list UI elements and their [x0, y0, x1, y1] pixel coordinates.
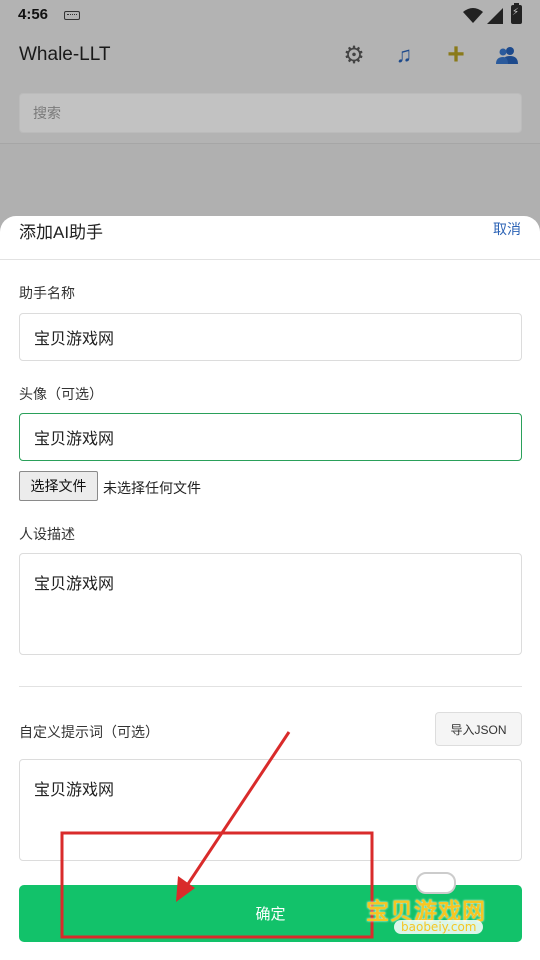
prompt-value: 宝贝游戏网 — [34, 782, 115, 799]
name-label: 助手名称 — [19, 285, 75, 301]
add-assistant-sheet: 添加AI助手 取消 助手名称 宝贝游戏网 头像（可选） 宝贝游戏网 选择文件 未… — [0, 216, 540, 960]
persona-value: 宝贝游戏网 — [34, 576, 115, 593]
persona-label: 人设描述 — [19, 526, 75, 542]
section-divider — [19, 686, 522, 687]
divider — [0, 259, 540, 260]
app-title: Whale-LLT — [19, 44, 111, 65]
prompt-field[interactable]: 宝贝游戏网 — [19, 759, 522, 861]
signal-icon — [487, 8, 503, 24]
avatar-field[interactable]: 宝贝游戏网 — [19, 413, 522, 461]
users-icon[interactable] — [493, 41, 521, 69]
file-status: 未选择任何文件 — [103, 480, 201, 496]
avatar-value: 宝贝游戏网 — [34, 431, 115, 448]
app-bar: Whale-LLT ⚙ ♫ + — [0, 32, 540, 78]
sheet-title: 添加AI助手 — [19, 223, 104, 242]
status-bar: 4:56 — [0, 0, 540, 32]
keyboard-icon — [64, 11, 80, 20]
plus-icon[interactable]: + — [442, 40, 470, 70]
import-json-button[interactable]: 导入JSON — [435, 712, 522, 746]
persona-field[interactable]: 宝贝游戏网 — [19, 553, 522, 655]
cancel-button[interactable]: 取消 — [493, 219, 521, 239]
prompt-label: 自定义提示词（可选） — [19, 724, 159, 740]
status-time: 4:56 — [18, 6, 49, 23]
search-placeholder: 搜索 — [33, 105, 61, 121]
search-bar: 搜索 — [0, 78, 540, 144]
music-icon[interactable]: ♫ — [390, 41, 418, 69]
gear-icon[interactable]: ⚙ — [340, 41, 368, 69]
choose-file-button[interactable]: 选择文件 — [19, 471, 98, 501]
name-field[interactable]: 宝贝游戏网 — [19, 313, 522, 361]
confirm-button[interactable]: 确定 — [19, 885, 522, 942]
search-input[interactable]: 搜索 — [19, 93, 522, 133]
wifi-icon — [463, 8, 483, 23]
name-value: 宝贝游戏网 — [34, 331, 115, 348]
avatar-label: 头像（可选） — [19, 386, 103, 402]
battery-icon — [511, 3, 522, 24]
